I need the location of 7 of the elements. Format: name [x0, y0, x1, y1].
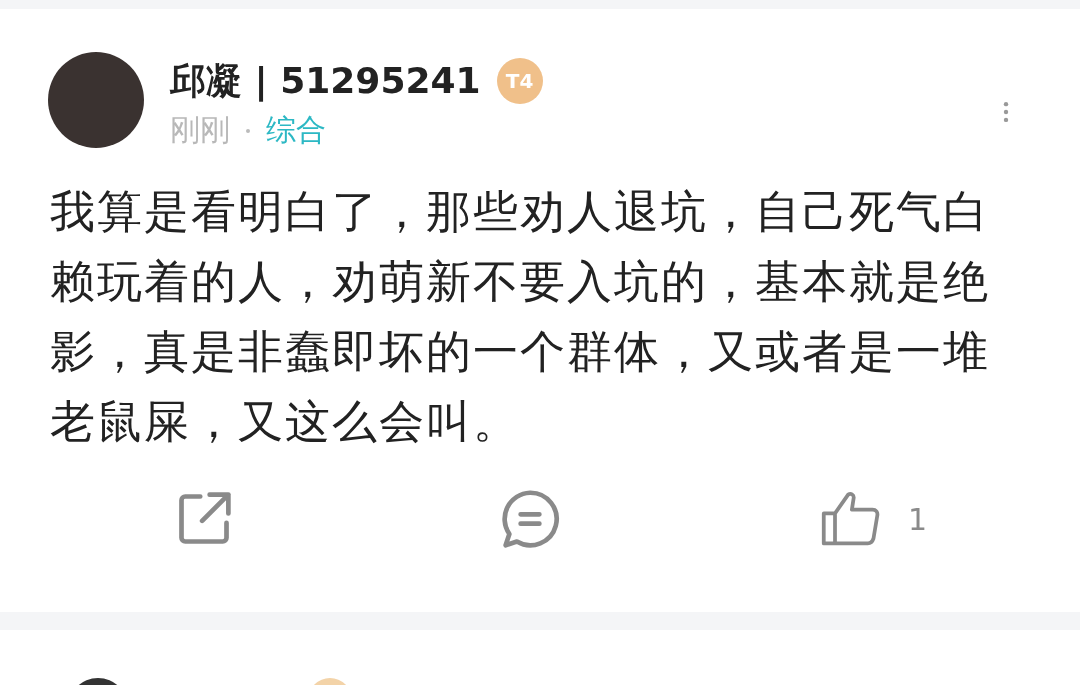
- level-badge: T4: [496, 58, 543, 104]
- separator-dot: [246, 128, 250, 133]
- post-time: 刚刚: [170, 111, 230, 149]
- post-text: 我算是看明白了，那些劝人退坑，自己死气白赖玩着的人，劝萌新不要入坑的，基本就是绝影，真是非蠢即坏的一个群体，又或者是一堆老鼠屎，又这么会叫。: [50, 184, 991, 450]
- comment-icon[interactable]: [500, 489, 560, 549]
- like-count: 1: [908, 501, 928, 537]
- author-name[interactable]: 邱凝 | 51295241: [170, 56, 481, 106]
